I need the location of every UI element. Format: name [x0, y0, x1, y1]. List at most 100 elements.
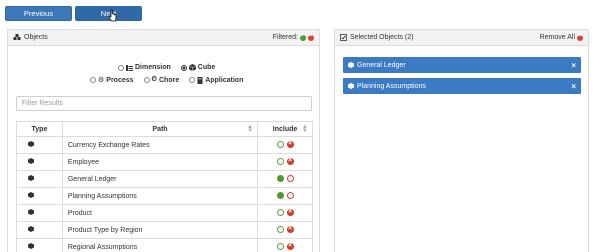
- row-include-cell: [257, 136, 313, 154]
- dimension-icon: [126, 64, 133, 71]
- cube-icon: [348, 62, 354, 68]
- radio-cube-dot[interactable]: [180, 64, 187, 71]
- column-header-include[interactable]: Include ▲ ▼: [257, 121, 313, 137]
- selected-item[interactable]: Planning Assumptions ×: [343, 78, 581, 94]
- row-type-cell: [16, 204, 63, 222]
- row-include-cell: [257, 187, 313, 205]
- cube-icon: [28, 175, 35, 181]
- radio-process-label: Process: [106, 76, 134, 84]
- objects-panel: Objects Filtered: Dimension Cube ⚙ Proce…: [7, 29, 320, 252]
- radio-chore[interactable]: ⏲ Chore: [143, 76, 180, 84]
- objects-panel-title: Objects: [24, 34, 48, 41]
- selected-objects-title: Selected Objects (2): [350, 34, 414, 41]
- objects-panel-header: Objects Filtered:: [8, 30, 319, 46]
- radio-dimension-dot[interactable]: [118, 64, 124, 71]
- include-option-icon[interactable]: [276, 226, 284, 234]
- include-option-icon[interactable]: [276, 209, 284, 217]
- include-option-icon[interactable]: [276, 158, 284, 166]
- exclude-option-icon[interactable]: [286, 175, 294, 183]
- row-include-cell: [257, 153, 313, 171]
- include-option-icon[interactable]: [276, 141, 284, 149]
- row-path-cell: Planning Assumptions: [61, 187, 259, 205]
- cube-icon: [28, 209, 35, 215]
- cube-icon: [28, 158, 35, 164]
- clock-icon: ⏲: [151, 76, 157, 83]
- radio-chore-label: Chore: [159, 76, 180, 84]
- selected-item-label: Planning Assumptions: [357, 82, 426, 90]
- row-type-cell: [16, 187, 63, 205]
- row-type-cell: [16, 170, 63, 188]
- cube-icon: [28, 226, 35, 232]
- filter-results-input[interactable]: Filter Results: [16, 96, 312, 111]
- sort-icon: ▲ ▼: [302, 124, 308, 134]
- selected-item-label: General Ledger: [357, 61, 406, 69]
- include-selected-icon[interactable]: [276, 192, 284, 200]
- cube-icon: [188, 64, 196, 71]
- table-row[interactable]: Product: [16, 204, 313, 222]
- row-type-cell: [16, 153, 63, 171]
- table-row[interactable]: Employee: [16, 153, 313, 171]
- checkbox-icon: [340, 34, 347, 41]
- table-row[interactable]: General Ledger: [16, 170, 313, 188]
- exclude-selected-icon[interactable]: [286, 208, 294, 217]
- cubes-icon: [13, 34, 21, 40]
- remove-item-icon[interactable]: ×: [571, 61, 576, 70]
- row-type-cell: [16, 238, 63, 252]
- include-selected-icon[interactable]: [276, 175, 284, 183]
- radio-process-dot[interactable]: [90, 77, 96, 83]
- column-header-type[interactable]: Type: [16, 121, 63, 137]
- cube-icon: [28, 141, 35, 147]
- row-path-cell: General Ledger: [61, 170, 259, 188]
- radio-application-dot[interactable]: [189, 77, 196, 83]
- filtered-label: Filtered:: [272, 34, 298, 41]
- radio-cube-label: Cube: [197, 64, 216, 71]
- radio-cube[interactable]: Cube: [180, 64, 216, 71]
- gears-icon: ⚙: [98, 77, 105, 84]
- radio-application[interactable]: Application: [189, 76, 244, 84]
- row-path-cell: Currency Exchange Rates: [61, 136, 259, 154]
- row-include-cell: [257, 238, 313, 252]
- row-path-cell: Employee: [61, 153, 259, 171]
- radio-process[interactable]: ⚙ Process: [90, 76, 134, 84]
- cube-icon: [28, 192, 35, 198]
- exclude-selected-icon[interactable]: [286, 157, 294, 166]
- clear-filter-icon[interactable]: [308, 32, 314, 41]
- row-include-cell: [257, 221, 313, 239]
- table-row[interactable]: Regional Assumptions: [16, 238, 313, 252]
- row-type-cell: [16, 136, 63, 154]
- exclude-selected-icon[interactable]: [286, 225, 294, 234]
- row-include-cell: [257, 204, 313, 222]
- object-type-row-1: Dimension Cube: [118, 64, 215, 71]
- exclude-selected-icon[interactable]: [286, 242, 294, 251]
- row-path-cell: Regional Assumptions: [61, 238, 259, 252]
- selected-item[interactable]: General Ledger ×: [343, 57, 581, 73]
- selected-objects-panel: Selected Objects (2) Remove All General …: [334, 29, 589, 252]
- exclude-selected-icon[interactable]: [286, 140, 294, 149]
- radio-application-label: Application: [205, 76, 244, 84]
- table-row[interactable]: Currency Exchange Rates: [16, 136, 313, 154]
- remove-all-icon[interactable]: [577, 32, 583, 41]
- sort-icon: ▲ ▼: [247, 124, 254, 134]
- object-type-row-2: ⚙ Process ⏲ Chore Application: [90, 76, 243, 84]
- radio-dimension[interactable]: Dimension: [118, 64, 171, 71]
- exclude-option-icon[interactable]: [286, 192, 294, 200]
- table-row[interactable]: Product Type by Region: [16, 221, 313, 239]
- table-row[interactable]: Planning Assumptions: [16, 187, 313, 205]
- remove-item-icon[interactable]: ×: [571, 82, 576, 91]
- include-option-icon[interactable]: [276, 243, 284, 251]
- row-path-cell: Product Type by Region: [61, 221, 259, 239]
- cube-icon: [28, 243, 35, 249]
- radio-chore-dot[interactable]: [143, 77, 150, 83]
- book-icon: [197, 76, 203, 84]
- row-type-cell: [16, 221, 63, 239]
- filter-ok-icon[interactable]: [300, 33, 306, 41]
- row-path-cell: Product: [61, 204, 259, 222]
- radio-dimension-label: Dimension: [135, 64, 171, 71]
- selected-objects-header: Selected Objects (2) Remove All: [335, 30, 588, 46]
- row-include-cell: [257, 170, 313, 188]
- column-header-path[interactable]: Path ▲ ▼: [61, 121, 259, 137]
- cube-icon: [348, 83, 354, 89]
- previous-button[interactable]: Previous: [5, 6, 72, 21]
- remove-all-label[interactable]: Remove All: [540, 34, 575, 41]
- mouse-cursor-icon: [108, 9, 117, 22]
